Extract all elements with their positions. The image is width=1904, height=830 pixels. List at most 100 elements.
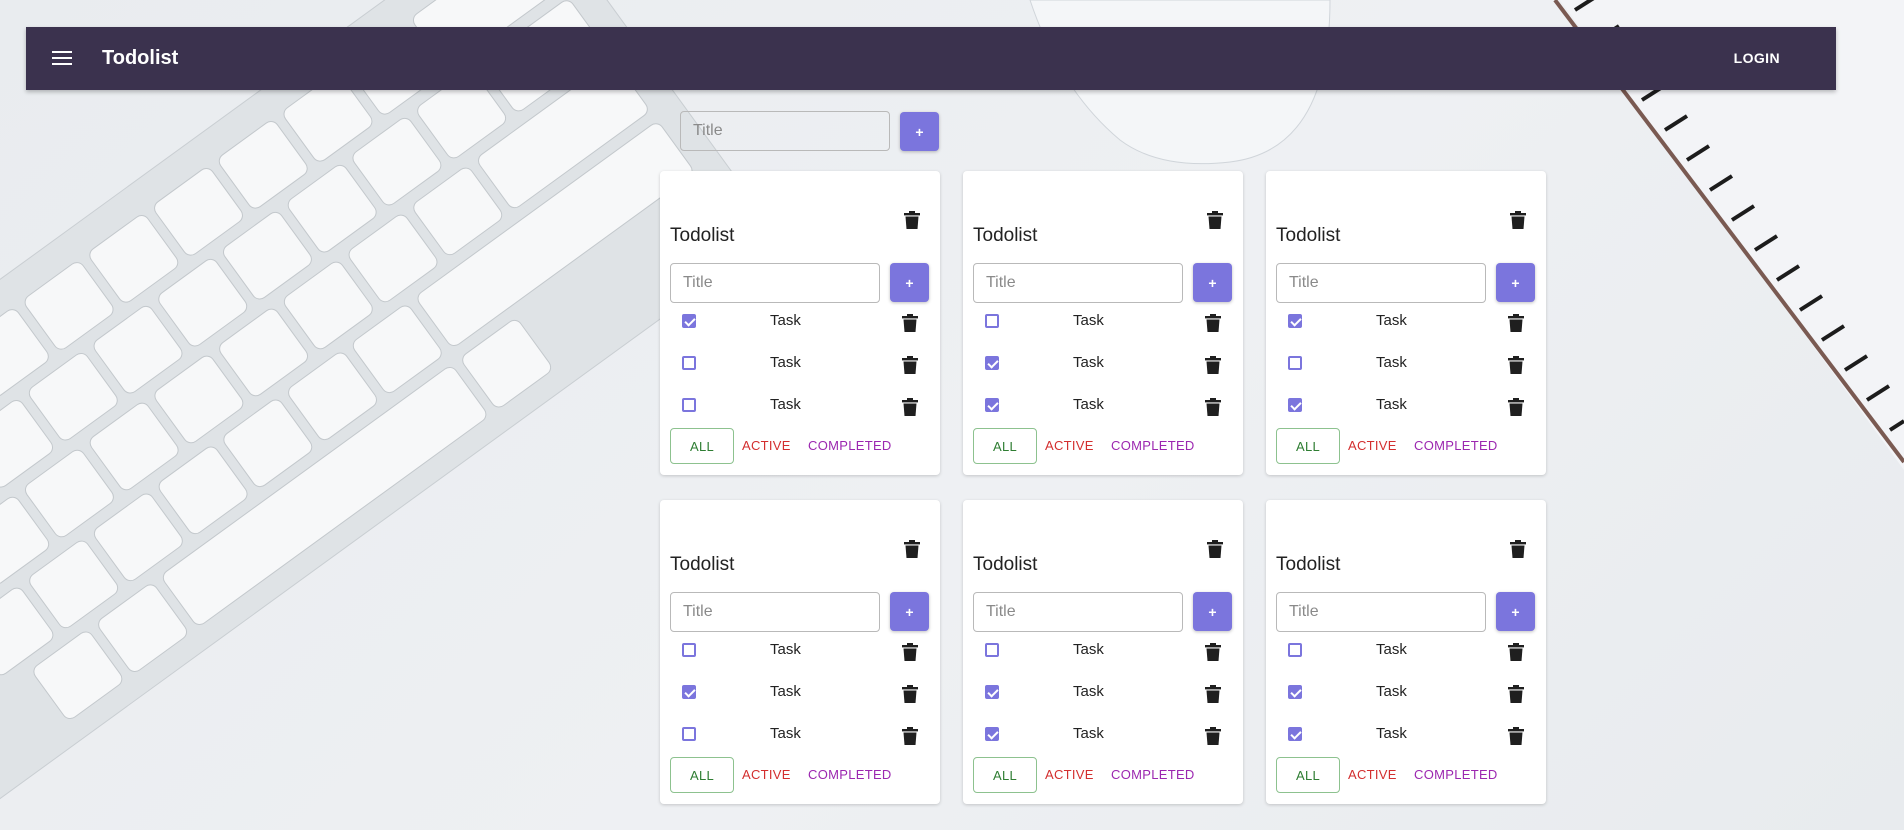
delete-task-trash-icon[interactable] [1205,314,1221,332]
delete-task-trash-icon[interactable] [1508,685,1524,703]
filter-all-button[interactable]: ALL [1276,428,1340,464]
new-task-title-input[interactable] [1276,592,1486,632]
filter-all-button[interactable]: ALL [670,428,734,464]
new-task-title-input[interactable] [973,592,1183,632]
delete-todolist-trash-icon[interactable] [904,211,920,229]
hamburger-menu-icon[interactable] [52,48,76,69]
task-title: Task [1073,641,1104,658]
task-item: Task [670,392,930,422]
task-item: Task [1276,721,1536,751]
task-title: Task [770,354,801,371]
filter-completed-button[interactable]: COMPLETED [1111,757,1195,793]
task-title: Task [1376,312,1407,329]
filter-all-button[interactable]: ALL [973,428,1037,464]
task-title: Task [1376,641,1407,658]
delete-task-trash-icon[interactable] [902,727,918,745]
filter-active-button[interactable]: ACTIVE [1348,428,1397,464]
task-item: Task [670,350,930,380]
todolist-title: Todolist [670,225,735,246]
task-item: Task [973,637,1233,667]
filter-completed-button[interactable]: COMPLETED [1111,428,1195,464]
task-item: Task [670,637,930,667]
filter-active-button[interactable]: ACTIVE [1045,757,1094,793]
filter-active-button[interactable]: ACTIVE [1348,757,1397,793]
task-checkbox[interactable] [1288,727,1302,741]
task-checkbox[interactable] [1288,398,1302,412]
new-task-title-input[interactable] [670,263,880,303]
task-title: Task [770,683,801,700]
task-checkbox[interactable] [682,356,696,370]
delete-task-trash-icon[interactable] [902,314,918,332]
task-title: Task [1376,725,1407,742]
task-item: Task [1276,637,1536,667]
task-item: Task [973,308,1233,338]
add-task-button[interactable]: + [1496,263,1535,302]
filter-active-button[interactable]: ACTIVE [742,428,791,464]
delete-todolist-trash-icon[interactable] [1207,540,1223,558]
new-task-title-input[interactable] [670,592,880,632]
add-task-button[interactable]: + [1193,592,1232,631]
todolist-card: Todolist + Task Task Task [963,171,1243,475]
delete-task-trash-icon[interactable] [1205,727,1221,745]
task-checkbox[interactable] [1288,356,1302,370]
add-todolist-button[interactable]: + [900,112,939,151]
task-title: Task [1376,396,1407,413]
filter-all-button[interactable]: ALL [1276,757,1340,793]
delete-todolist-trash-icon[interactable] [904,540,920,558]
delete-todolist-trash-icon[interactable] [1510,211,1526,229]
task-checkbox[interactable] [682,685,696,699]
filter-all-button[interactable]: ALL [670,757,734,793]
filter-completed-button[interactable]: COMPLETED [808,428,892,464]
task-checkbox[interactable] [985,356,999,370]
task-checkbox[interactable] [985,727,999,741]
task-checkbox[interactable] [1288,685,1302,699]
delete-task-trash-icon[interactable] [1205,643,1221,661]
delete-task-trash-icon[interactable] [1508,643,1524,661]
delete-task-trash-icon[interactable] [1508,727,1524,745]
task-checkbox[interactable] [682,398,696,412]
app-bar: Todolist LOGIN [26,27,1836,90]
filter-completed-button[interactable]: COMPLETED [1414,428,1498,464]
add-task-button[interactable]: + [1496,592,1535,631]
todolist-card: Todolist + Task Task Task [660,500,940,804]
task-item: Task [973,392,1233,422]
task-checkbox[interactable] [985,314,999,328]
filter-active-button[interactable]: ACTIVE [742,757,791,793]
delete-task-trash-icon[interactable] [1205,398,1221,416]
add-task-button[interactable]: + [890,263,929,302]
new-task-title-input[interactable] [1276,263,1486,303]
filter-completed-button[interactable]: COMPLETED [1414,757,1498,793]
delete-todolist-trash-icon[interactable] [1207,211,1223,229]
add-task-button[interactable]: + [1193,263,1232,302]
delete-task-trash-icon[interactable] [1205,685,1221,703]
delete-task-trash-icon[interactable] [1205,356,1221,374]
task-checkbox[interactable] [985,643,999,657]
task-checkbox[interactable] [985,685,999,699]
new-todolist-title-input[interactable] [680,111,890,151]
task-checkbox[interactable] [682,727,696,741]
todolist-title: Todolist [670,554,735,575]
delete-todolist-trash-icon[interactable] [1510,540,1526,558]
delete-task-trash-icon[interactable] [1508,314,1524,332]
todolist-card: Todolist + Task Task Task [1266,500,1546,804]
delete-task-trash-icon[interactable] [902,643,918,661]
login-button[interactable]: LOGIN [1734,27,1780,90]
delete-task-trash-icon[interactable] [1508,356,1524,374]
filter-active-button[interactable]: ACTIVE [1045,428,1094,464]
task-checkbox[interactable] [682,314,696,328]
task-title: Task [1073,354,1104,371]
task-checkbox[interactable] [985,398,999,412]
delete-task-trash-icon[interactable] [902,398,918,416]
task-item: Task [1276,350,1536,380]
filter-completed-button[interactable]: COMPLETED [808,757,892,793]
add-task-button[interactable]: + [890,592,929,631]
delete-task-trash-icon[interactable] [902,685,918,703]
delete-task-trash-icon[interactable] [1508,398,1524,416]
task-checkbox[interactable] [1288,643,1302,657]
delete-task-trash-icon[interactable] [902,356,918,374]
task-checkbox[interactable] [682,643,696,657]
new-task-title-input[interactable] [973,263,1183,303]
task-checkbox[interactable] [1288,314,1302,328]
filter-all-button[interactable]: ALL [973,757,1037,793]
background-photo [0,0,1904,814]
